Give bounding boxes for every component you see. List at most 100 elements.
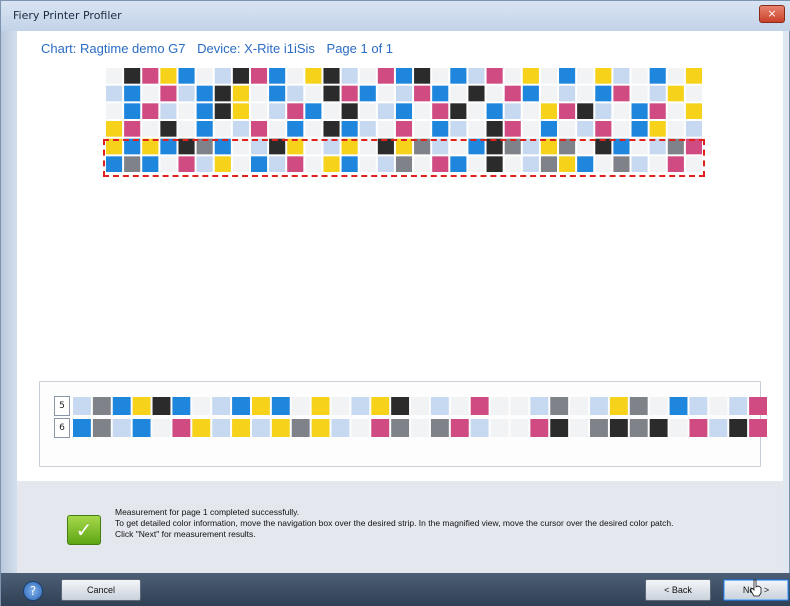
color-patch[interactable] [667,156,684,172]
magnified-patch[interactable] [609,419,628,437]
close-button[interactable]: × [759,5,785,23]
color-patch[interactable] [486,121,503,137]
color-patch[interactable] [540,103,558,119]
magnified-patch[interactable] [510,419,529,437]
color-patch[interactable] [504,68,521,84]
color-patch[interactable] [595,103,612,119]
color-patch[interactable] [613,68,630,84]
color-patch[interactable] [649,156,666,172]
color-patch[interactable] [649,68,666,84]
color-patch[interactable] [160,121,177,137]
color-patch[interactable] [124,156,141,172]
color-patch[interactable] [631,68,648,84]
color-patch[interactable] [341,85,358,102]
color-patch[interactable] [685,156,702,172]
magnified-patch[interactable] [430,419,449,437]
color-patch[interactable] [359,138,376,155]
color-patch[interactable] [106,138,123,155]
magnified-patch[interactable] [749,397,767,415]
color-patch[interactable] [178,138,195,155]
color-patch[interactable] [685,103,702,119]
color-patch[interactable] [667,103,684,119]
color-patch[interactable] [613,85,630,102]
color-patch[interactable] [341,138,358,155]
color-patch[interactable] [250,138,268,155]
color-patch[interactable] [685,138,702,155]
color-patch[interactable] [414,85,431,102]
color-patch[interactable] [160,103,177,119]
color-patch[interactable] [323,85,340,102]
magnified-patch[interactable] [271,419,290,437]
color-patch[interactable] [341,68,358,84]
color-patch[interactable] [196,121,213,137]
color-patch[interactable] [269,156,286,172]
color-patch[interactable] [414,156,431,172]
color-patch[interactable] [468,68,485,84]
color-patch[interactable] [214,156,231,172]
magnified-patch[interactable] [649,419,668,437]
color-patch[interactable] [142,121,159,137]
color-patch[interactable] [559,138,576,155]
magnified-patch[interactable] [251,419,270,437]
color-patch[interactable] [649,85,666,102]
color-patch[interactable] [124,121,141,137]
color-patch[interactable] [577,121,594,137]
magnified-patch[interactable] [430,397,449,415]
color-patch[interactable] [649,138,666,155]
magnified-patch[interactable] [590,419,608,437]
magnified-patch[interactable] [311,397,330,415]
color-patch[interactable] [124,85,141,102]
color-patch[interactable] [468,156,485,172]
color-patch[interactable] [377,138,394,155]
magnified-patch[interactable] [391,397,410,415]
color-patch[interactable] [522,68,539,84]
color-patch[interactable] [359,103,376,119]
color-patch[interactable] [595,138,612,155]
magnified-patch[interactable] [411,419,429,437]
magnified-patch[interactable] [391,419,410,437]
magnified-patch[interactable] [590,397,608,415]
color-patch[interactable] [287,68,304,84]
color-patch[interactable] [232,68,249,84]
magnified-patch[interactable] [450,397,469,415]
color-patch[interactable] [250,103,268,119]
back-button[interactable]: < Back [645,579,711,601]
color-patch[interactable] [323,121,340,137]
magnified-patch[interactable] [570,397,589,415]
color-patch[interactable] [160,85,177,102]
color-patch[interactable] [250,68,268,84]
magnified-patch[interactable] [729,397,748,415]
color-patch[interactable] [106,156,123,172]
color-patch[interactable] [667,121,684,137]
magnified-patch[interactable] [331,397,350,415]
color-patch[interactable] [142,156,159,172]
color-patch[interactable] [377,103,394,119]
next-button[interactable]: Next > [723,579,789,601]
color-patch[interactable] [577,156,594,172]
color-patch[interactable] [450,138,467,155]
magnified-patch[interactable] [311,419,330,437]
color-patch[interactable] [305,103,322,119]
color-patch[interactable] [559,121,576,137]
color-patch[interactable] [250,121,268,137]
color-patch[interactable] [450,121,467,137]
color-patch[interactable] [124,138,141,155]
color-patch[interactable] [685,85,702,102]
color-patch[interactable] [323,156,340,172]
magnified-patch[interactable] [291,397,310,415]
magnified-patch[interactable] [709,397,728,415]
color-patch[interactable] [540,121,558,137]
color-patch[interactable] [106,103,123,119]
color-patch[interactable] [486,103,503,119]
magnified-patch[interactable] [510,397,529,415]
help-icon[interactable]: ? [23,581,43,601]
magnified-patch[interactable] [112,397,131,415]
color-patch[interactable] [232,156,249,172]
magnified-patch[interactable] [689,397,708,415]
color-patch[interactable] [432,68,449,84]
color-patch[interactable] [595,121,612,137]
color-patch[interactable] [341,156,358,172]
color-patch[interactable] [540,85,558,102]
color-patch[interactable] [142,85,159,102]
magnified-patch[interactable] [212,419,231,437]
